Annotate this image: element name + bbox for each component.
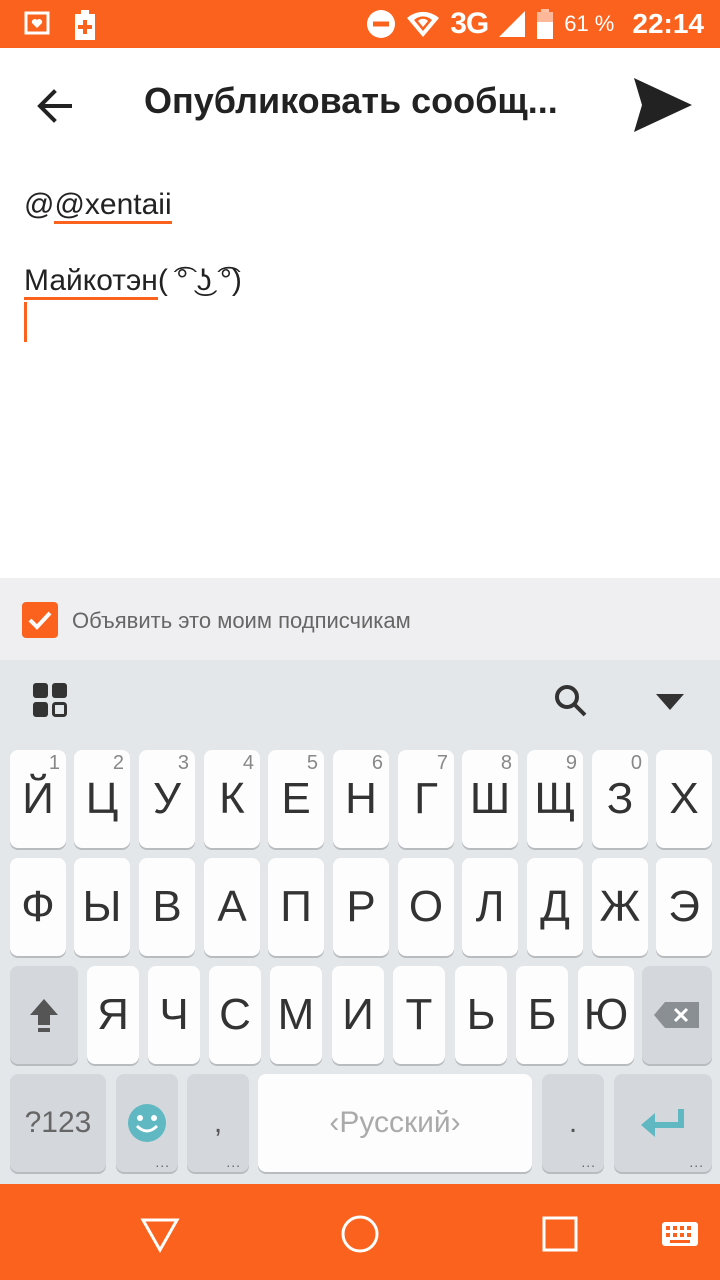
space-language-label: Русский [339,1106,451,1139]
key[interactable]: Ю [578,966,634,1064]
announce-checkbox[interactable] [22,602,58,638]
key[interactable]: И [332,966,384,1064]
key[interactable]: О [398,858,454,956]
keyboard-toolbar [0,660,720,740]
key[interactable]: Л [462,858,518,956]
announce-label: Объявить это моим подписчикам [72,608,411,633]
key[interactable]: Т [393,966,445,1064]
shift-key[interactable] [10,966,78,1064]
signal-icon [499,11,526,37]
home-circle-icon[interactable] [340,1214,380,1254]
key[interactable]: В [139,858,195,956]
key[interactable]: К4 [204,750,260,848]
key[interactable]: Ж [592,858,648,956]
key[interactable]: П [268,858,324,956]
arrow-left-icon[interactable] [30,80,82,132]
text-caret [24,302,27,342]
apps-grid-icon[interactable] [32,682,68,718]
enter-arrow-icon [641,1109,684,1137]
status-bar: 3G 61 % 22:14 [0,0,720,48]
shift-arrow-icon [30,999,58,1032]
backspace-icon [654,1002,699,1028]
key[interactable]: М [270,966,322,1064]
mention-line: @@xentaii [24,188,172,224]
network-type: 3G [450,7,489,40]
key[interactable]: Ь [455,966,507,1064]
message-line: Майкотэн( ͡° ͜ʖ ͡°) [24,264,242,300]
app-bar: Опубликовать сообщ... [0,48,720,160]
key[interactable]: А [204,858,260,956]
keyboard-icon[interactable] [660,1214,700,1254]
notification-icon [24,11,50,35]
key[interactable]: Г7 [398,750,454,848]
clock: 22:14 [632,8,704,39]
system-nav-bar [0,1184,720,1280]
keyboard: Й1 Ц2 У3 К4 Е5 Н6 Г7 Ш8 Щ9 З0 Х Ф Ы В А … [0,660,720,1184]
key[interactable]: Х [656,750,712,848]
page-title: Опубликовать сообщ... [144,80,558,121]
enter-key[interactable]: ... [614,1074,712,1172]
dnd-icon [367,10,396,38]
check-icon [28,611,52,630]
emoji-key[interactable]: ... [116,1074,178,1172]
emoji-smiley-icon [128,1104,166,1142]
message-compose-area[interactable]: @@xentaii Майкотэн( ͡° ͜ʖ ͡°) [0,160,720,578]
key[interactable]: З0 [592,750,648,848]
period-key[interactable]: .... [542,1074,604,1172]
key[interactable]: С [209,966,261,1064]
numbers-key[interactable]: ?123 [10,1074,106,1172]
message-face: ( ͡° ͜ʖ ͡°) [157,264,242,297]
space-key[interactable]: ‹ Русский › [258,1074,532,1172]
key[interactable]: Щ9 [527,750,583,848]
comma-key[interactable]: ,... [187,1074,249,1172]
key[interactable]: Ш8 [462,750,518,848]
wifi-icon [407,11,440,38]
key[interactable]: У3 [139,750,195,848]
key[interactable]: Д [527,858,583,956]
chevron-down-icon[interactable] [652,690,688,714]
search-icon[interactable] [552,682,588,718]
back-triangle-icon[interactable] [140,1214,180,1254]
message-word: Майкотэн [24,264,158,300]
recents-square-icon[interactable] [540,1214,580,1254]
key[interactable]: Ы [74,858,130,956]
key[interactable]: Б [516,966,568,1064]
send-icon[interactable] [632,76,694,134]
announce-row[interactable]: Объявить это моим подписчикам [0,578,720,660]
battery-icon [537,9,554,39]
key[interactable]: Ц2 [74,750,130,848]
key[interactable]: Ф [10,858,66,956]
key[interactable]: Е5 [268,750,324,848]
battery-percent: 61 % [564,11,615,36]
key[interactable]: Э [656,858,712,956]
key[interactable]: Я [87,966,139,1064]
key[interactable]: Ч [148,966,200,1064]
key[interactable]: Р [333,858,389,956]
backspace-key[interactable] [642,966,712,1064]
key[interactable]: Н6 [333,750,389,848]
mention-text: @xentaii [54,188,172,224]
key[interactable]: Й1 [10,750,66,848]
battery-saver-icon [75,10,95,40]
